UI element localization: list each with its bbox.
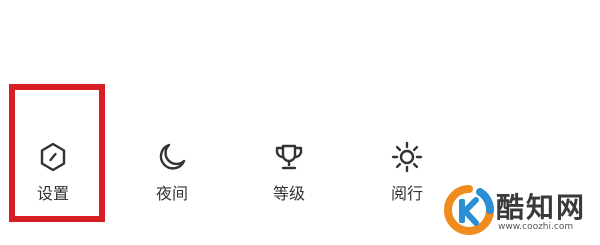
moon-icon	[159, 143, 186, 170]
menu-item-settings[interactable]: 设置	[13, 140, 93, 212]
menu-item-label: 设置	[36, 184, 69, 203]
menu-item-night[interactable]: 夜间	[132, 140, 212, 212]
menu-item-rank[interactable]: 等级	[249, 140, 329, 212]
watermark-name: 酷知网	[496, 191, 587, 224]
watermark: 酷知网 www.coozhi.com	[442, 183, 600, 243]
menu-item-label: 阅行	[390, 184, 423, 203]
hexagon-settings-icon	[40, 142, 66, 172]
menu-item-label: 等级	[272, 184, 305, 203]
coozhi-logo-icon	[444, 185, 495, 235]
watermark-url: www.coozhi.com	[498, 222, 574, 232]
menu-item-label: 夜间	[155, 184, 188, 203]
sun-icon	[391, 141, 423, 173]
menu-item-read[interactable]: 阅行	[367, 140, 447, 212]
trophy-icon	[275, 144, 303, 170]
